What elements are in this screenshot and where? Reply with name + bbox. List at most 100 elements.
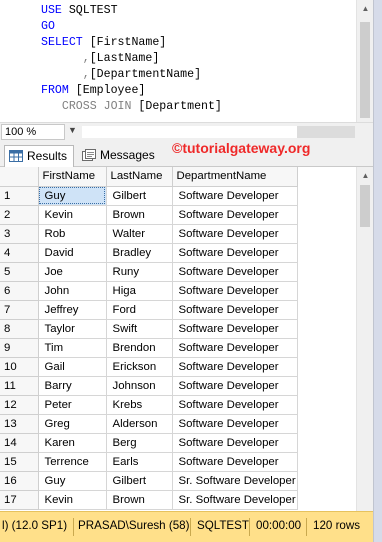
cell-firstname[interactable]: Barry (38, 376, 107, 396)
scroll-up-arrow-icon[interactable]: ▲ (357, 169, 374, 183)
cell-lastname[interactable]: Swift (106, 319, 173, 339)
row-number[interactable]: 15 (0, 452, 39, 472)
table-row[interactable]: 8 Taylor Swift Software Developer (0, 319, 298, 339)
cell-lastname[interactable]: Ford (106, 300, 173, 320)
cell-lastname[interactable]: Gilbert (106, 186, 173, 206)
cell-departmentname[interactable]: Sr. Software Developer (172, 490, 298, 510)
cell-lastname[interactable]: Brown (106, 205, 173, 225)
cell-departmentname[interactable]: Software Developer (172, 205, 298, 225)
grid-vertical-scrollbar[interactable]: ▲ (356, 167, 373, 511)
cell-lastname[interactable]: Brendon (106, 338, 173, 358)
cell-firstname[interactable]: Guy (38, 186, 107, 206)
cell-departmentname[interactable]: Software Developer (172, 433, 298, 453)
zoom-select[interactable]: 100 % (1, 124, 65, 140)
cell-firstname[interactable]: Greg (38, 414, 107, 434)
table-row[interactable]: 10 Gail Erickson Software Developer (0, 357, 298, 377)
table-row[interactable]: 7 Jeffrey Ford Software Developer (0, 300, 298, 320)
row-number[interactable]: 16 (0, 471, 39, 491)
cell-lastname[interactable]: Alderson (106, 414, 173, 434)
row-number[interactable]: 4 (0, 243, 39, 263)
cell-departmentname[interactable]: Software Developer (172, 262, 298, 282)
table-row[interactable]: 11 Barry Johnson Software Developer (0, 376, 298, 396)
cell-departmentname[interactable]: Software Developer (172, 357, 298, 377)
cell-lastname[interactable]: Johnson (106, 376, 173, 396)
table-row[interactable]: 17 Kevin Brown Sr. Software Developer (0, 490, 298, 510)
cell-lastname[interactable]: Runy (106, 262, 173, 282)
table-row[interactable]: 14 Karen Berg Software Developer (0, 433, 298, 453)
cell-firstname[interactable]: Kevin (38, 490, 107, 510)
column-header-firstname[interactable]: FirstName (38, 167, 107, 187)
cell-firstname[interactable]: Gail (38, 357, 107, 377)
row-number[interactable]: 7 (0, 300, 39, 320)
cell-lastname[interactable]: Walter (106, 224, 173, 244)
table-row[interactable]: 6 John Higa Software Developer (0, 281, 298, 301)
cell-firstname[interactable]: John (38, 281, 107, 301)
row-number[interactable]: 17 (0, 490, 39, 510)
row-number-header[interactable] (0, 167, 39, 187)
cell-lastname[interactable]: Brown (106, 490, 173, 510)
table-row[interactable]: 15 Terrence Earls Software Developer (0, 452, 298, 472)
table-row[interactable]: 13 Greg Alderson Software Developer (0, 414, 298, 434)
cell-departmentname[interactable]: Software Developer (172, 224, 298, 244)
cell-departmentname[interactable]: Software Developer (172, 452, 298, 472)
row-number[interactable]: 8 (0, 319, 39, 339)
cell-lastname[interactable]: Krebs (106, 395, 173, 415)
table-row[interactable]: 9 Tim Brendon Software Developer (0, 338, 298, 358)
cell-lastname[interactable]: Berg (106, 433, 173, 453)
cell-firstname[interactable]: Taylor (38, 319, 107, 339)
table-row[interactable]: 1 Guy Gilbert Software Developer (0, 186, 298, 206)
tab-messages[interactable]: Messages (78, 145, 158, 167)
cell-lastname[interactable]: Earls (106, 452, 173, 472)
cell-departmentname[interactable]: Software Developer (172, 243, 298, 263)
row-number[interactable]: 13 (0, 414, 39, 434)
row-number[interactable]: 12 (0, 395, 39, 415)
editor-scroll-thumb[interactable] (360, 22, 370, 118)
cell-departmentname[interactable]: Software Developer (172, 186, 298, 206)
chevron-down-icon[interactable]: ▼ (68, 125, 77, 135)
cell-firstname[interactable]: Joe (38, 262, 107, 282)
cell-firstname[interactable]: David (38, 243, 107, 263)
row-number[interactable]: 3 (0, 224, 39, 244)
column-header-lastname[interactable]: LastName (106, 167, 173, 187)
table-row[interactable]: 3 Rob Walter Software Developer (0, 224, 298, 244)
row-number[interactable]: 5 (0, 262, 39, 282)
cell-departmentname[interactable]: Sr. Software Developer (172, 471, 298, 491)
sql-editor[interactable]: USE SQLTEST GO SELECT [FirstName] ,[LastNa… (0, 0, 382, 122)
editor-vertical-scrollbar[interactable]: ▲ (356, 0, 373, 122)
column-header-departmentname[interactable]: DepartmentName (172, 167, 298, 187)
table-row[interactable]: 5 Joe Runy Software Developer (0, 262, 298, 282)
cell-firstname[interactable]: Karen (38, 433, 107, 453)
table-row[interactable]: 4 David Bradley Software Developer (0, 243, 298, 263)
row-number[interactable]: 14 (0, 433, 39, 453)
cell-lastname[interactable]: Bradley (106, 243, 173, 263)
cell-firstname[interactable]: Tim (38, 338, 107, 358)
row-number[interactable]: 10 (0, 357, 39, 377)
cell-firstname[interactable]: Jeffrey (38, 300, 107, 320)
cell-departmentname[interactable]: Software Developer (172, 300, 298, 320)
row-number[interactable]: 6 (0, 281, 39, 301)
row-number[interactable]: 9 (0, 338, 39, 358)
cell-firstname[interactable]: Peter (38, 395, 107, 415)
cell-departmentname[interactable]: Software Developer (172, 376, 298, 396)
tab-results[interactable]: Results (4, 145, 74, 167)
cell-departmentname[interactable]: Software Developer (172, 414, 298, 434)
cell-departmentname[interactable]: Software Developer (172, 395, 298, 415)
scroll-up-arrow-icon[interactable]: ▲ (357, 2, 374, 16)
cell-departmentname[interactable]: Software Developer (172, 319, 298, 339)
cell-firstname[interactable]: Terrence (38, 452, 107, 472)
cell-lastname[interactable]: Gilbert (106, 471, 173, 491)
cell-lastname[interactable]: Erickson (106, 357, 173, 377)
cell-firstname[interactable]: Guy (38, 471, 107, 491)
cell-departmentname[interactable]: Software Developer (172, 281, 298, 301)
row-number[interactable]: 2 (0, 205, 39, 225)
editor-horizontal-scroll-track[interactable] (297, 126, 355, 138)
grid-scroll-thumb[interactable] (360, 185, 370, 227)
editor-horizontal-scrollbar[interactable] (82, 126, 297, 138)
row-number[interactable]: 1 (0, 186, 39, 206)
cell-firstname[interactable]: Rob (38, 224, 107, 244)
cell-firstname[interactable]: Kevin (38, 205, 107, 225)
cell-lastname[interactable]: Higa (106, 281, 173, 301)
cell-departmentname[interactable]: Software Developer (172, 338, 298, 358)
table-row[interactable]: 16 Guy Gilbert Sr. Software Developer (0, 471, 298, 491)
table-row[interactable]: 12 Peter Krebs Software Developer (0, 395, 298, 415)
